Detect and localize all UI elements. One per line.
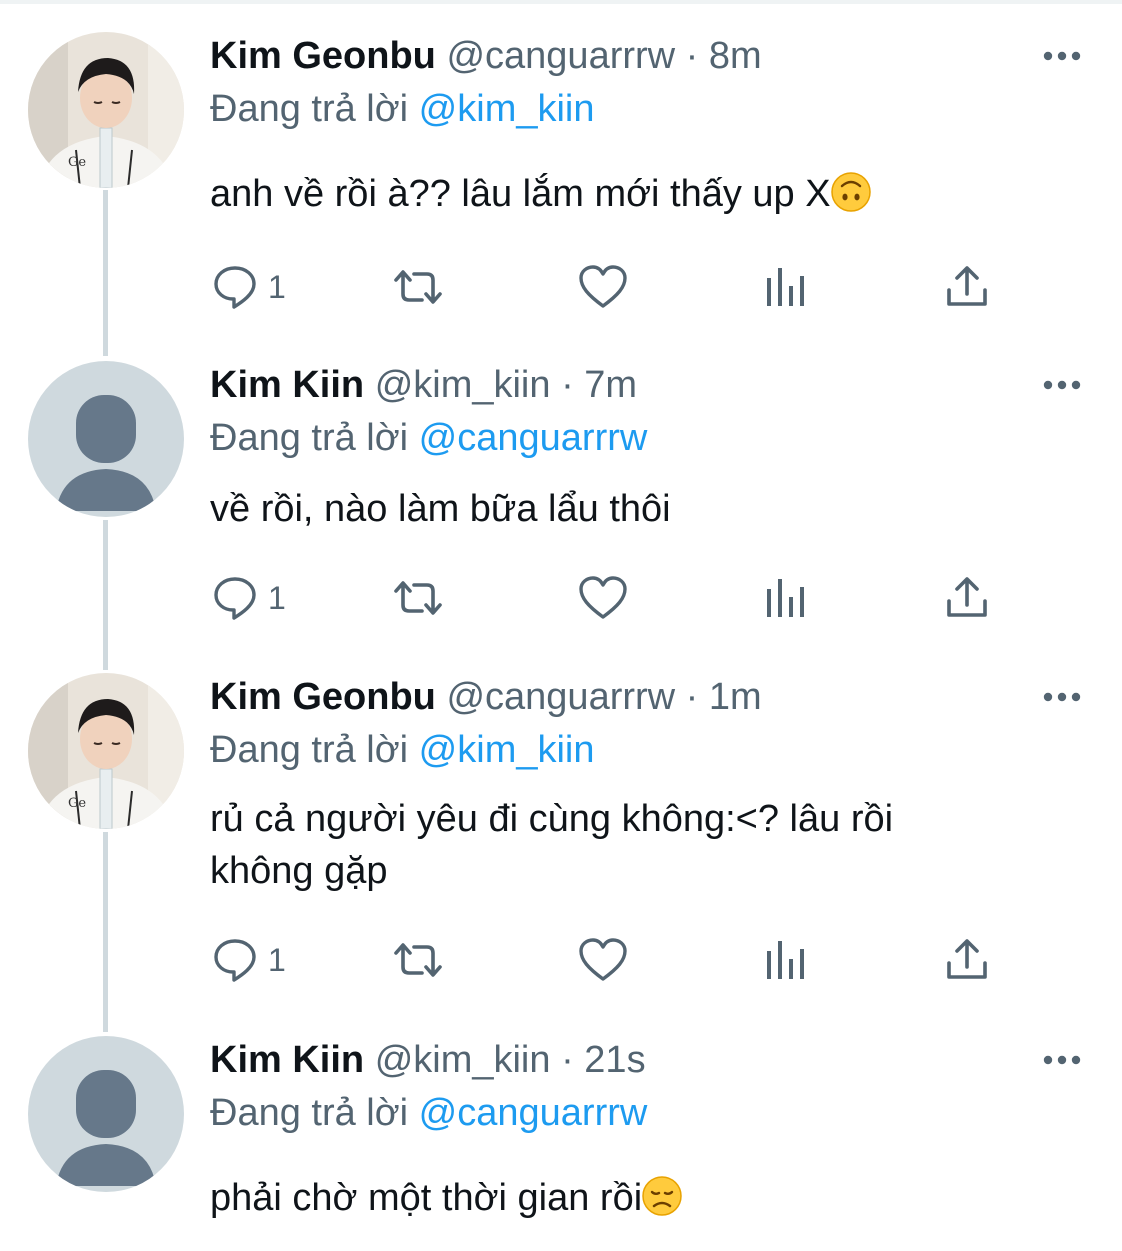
retweet-button[interactable] — [390, 262, 446, 312]
more-options-icon[interactable] — [1038, 371, 1086, 399]
share-button[interactable] — [944, 262, 990, 312]
timestamp[interactable]: 8m — [709, 35, 762, 77]
separator-dot: · — [685, 676, 699, 718]
mention-link[interactable]: @canguarrrw — [419, 417, 648, 459]
replying-to-label: Đang trả lời — [210, 1092, 409, 1134]
share-button[interactable] — [944, 935, 990, 985]
tweet-text: phải chờ một thời gian rồi — [210, 1172, 1030, 1224]
default-avatar-icon — [28, 361, 184, 517]
analytics-icon — [767, 579, 804, 617]
author-handle[interactable]: @kim_kiin — [375, 1039, 551, 1081]
analytics-button[interactable] — [764, 573, 806, 623]
more-options-icon[interactable] — [1038, 42, 1086, 70]
reply-count: 1 — [268, 268, 286, 305]
reply-button[interactable]: 1 — [212, 935, 286, 985]
heart-icon — [579, 938, 627, 981]
mention-link[interactable]: @kim_kiin — [419, 729, 595, 771]
reply-icon — [214, 266, 256, 309]
top-divider — [0, 0, 1122, 4]
tweet-text: rủ cả người yêu đi cùng không:<? lâu rồi… — [210, 793, 1030, 897]
tweet-actions: 1 — [0, 262, 1122, 312]
reply-button[interactable]: 1 — [212, 573, 286, 623]
share-button[interactable] — [944, 573, 990, 623]
analytics-icon — [767, 941, 804, 979]
author-name[interactable]: Kim Kiin — [210, 1039, 364, 1081]
avatar[interactable]: Ge — [28, 32, 184, 188]
share-icon — [947, 266, 987, 306]
timestamp[interactable]: 1m — [709, 676, 762, 718]
retweet-icon — [394, 270, 442, 304]
tweet-text-content: về rồi, nào làm bữa lẩu thôi — [210, 488, 671, 530]
reply-icon — [214, 939, 256, 982]
tweet-text-content: anh về rồi à?? lâu lắm mới thấy up X — [210, 173, 831, 215]
replying-to-label: Đang trả lời — [210, 88, 409, 130]
avatar[interactable] — [28, 361, 184, 517]
author-handle[interactable]: @canguarrrw — [446, 35, 675, 77]
thread-connector-line — [103, 832, 108, 1032]
tweet-header: Kim Kiin @kim_kiin · 7m — [210, 361, 637, 409]
author-name[interactable]: Kim Kiin — [210, 364, 364, 406]
replying-to: Đang trả lời @kim_kiin — [210, 84, 595, 134]
avatar[interactable]: Ge — [28, 673, 184, 829]
replying-to-label: Đang trả lời — [210, 417, 409, 459]
like-button[interactable] — [578, 573, 628, 623]
author-handle[interactable]: @kim_kiin — [375, 364, 551, 406]
retweet-icon — [394, 581, 442, 615]
author-name[interactable]: Kim Geonbu — [210, 676, 436, 718]
reply-count: 1 — [268, 941, 286, 978]
tweet-actions: 1 — [0, 935, 1122, 985]
author-handle[interactable]: @canguarrrw — [446, 676, 675, 718]
separator-dot: · — [561, 364, 574, 406]
separator-dot: · — [685, 35, 699, 77]
author-name[interactable]: Kim Geonbu — [210, 35, 436, 77]
disappointed-face-icon — [642, 1176, 682, 1216]
default-avatar-icon — [28, 1036, 184, 1192]
svg-text:Ge: Ge — [68, 796, 86, 811]
tweet-text: anh về rồi à?? lâu lắm mới thấy up X — [210, 168, 1030, 220]
heart-icon — [579, 265, 627, 308]
more-options-icon[interactable] — [1038, 683, 1086, 711]
replying-to: Đang trả lời @kim_kiin — [210, 725, 595, 775]
tweet-actions: 1 — [0, 573, 1122, 623]
tweet-header: Kim Kiin @kim_kiin · 21s — [210, 1036, 646, 1084]
tweet-text-line: rủ cả người yêu đi cùng không:<? lâu rồi — [210, 798, 894, 840]
analytics-button[interactable] — [764, 935, 806, 985]
replying-to: Đang trả lời @canguarrrw — [210, 1088, 647, 1138]
timestamp[interactable]: 21s — [584, 1039, 645, 1081]
heart-icon — [579, 576, 627, 619]
like-button[interactable] — [578, 935, 628, 985]
reply-button[interactable]: 1 — [212, 262, 286, 312]
tweet-text-content: phải chờ một thời gian rồi — [210, 1177, 643, 1219]
like-button[interactable] — [578, 262, 628, 312]
reply-count: 1 — [268, 579, 286, 616]
replying-to: Đang trả lời @canguarrrw — [210, 413, 647, 463]
retweet-button[interactable] — [390, 935, 446, 985]
separator-dot: · — [561, 1039, 574, 1081]
share-icon — [947, 939, 987, 979]
tweet-text: về rồi, nào làm bữa lẩu thôi — [210, 483, 1030, 535]
avatar[interactable] — [28, 1036, 184, 1192]
reply-icon — [214, 577, 256, 620]
analytics-icon — [767, 268, 804, 306]
share-icon — [947, 577, 987, 617]
mention-link[interactable]: @canguarrrw — [419, 1092, 648, 1134]
retweet-icon — [394, 943, 442, 977]
tweet-header: Kim Geonbu @canguarrrw · 1m — [210, 673, 762, 721]
upside-down-face-icon — [830, 172, 871, 212]
svg-text:Ge: Ge — [68, 155, 86, 170]
analytics-button[interactable] — [764, 262, 806, 312]
mention-link[interactable]: @kim_kiin — [419, 88, 595, 130]
tweet-header: Kim Geonbu @canguarrrw · 8m — [210, 32, 762, 80]
more-options-icon[interactable] — [1038, 1046, 1086, 1074]
retweet-button[interactable] — [390, 573, 446, 623]
tweet-text-line: không gặp — [210, 850, 388, 892]
replying-to-label: Đang trả lời — [210, 729, 409, 771]
timestamp[interactable]: 7m — [584, 364, 637, 406]
